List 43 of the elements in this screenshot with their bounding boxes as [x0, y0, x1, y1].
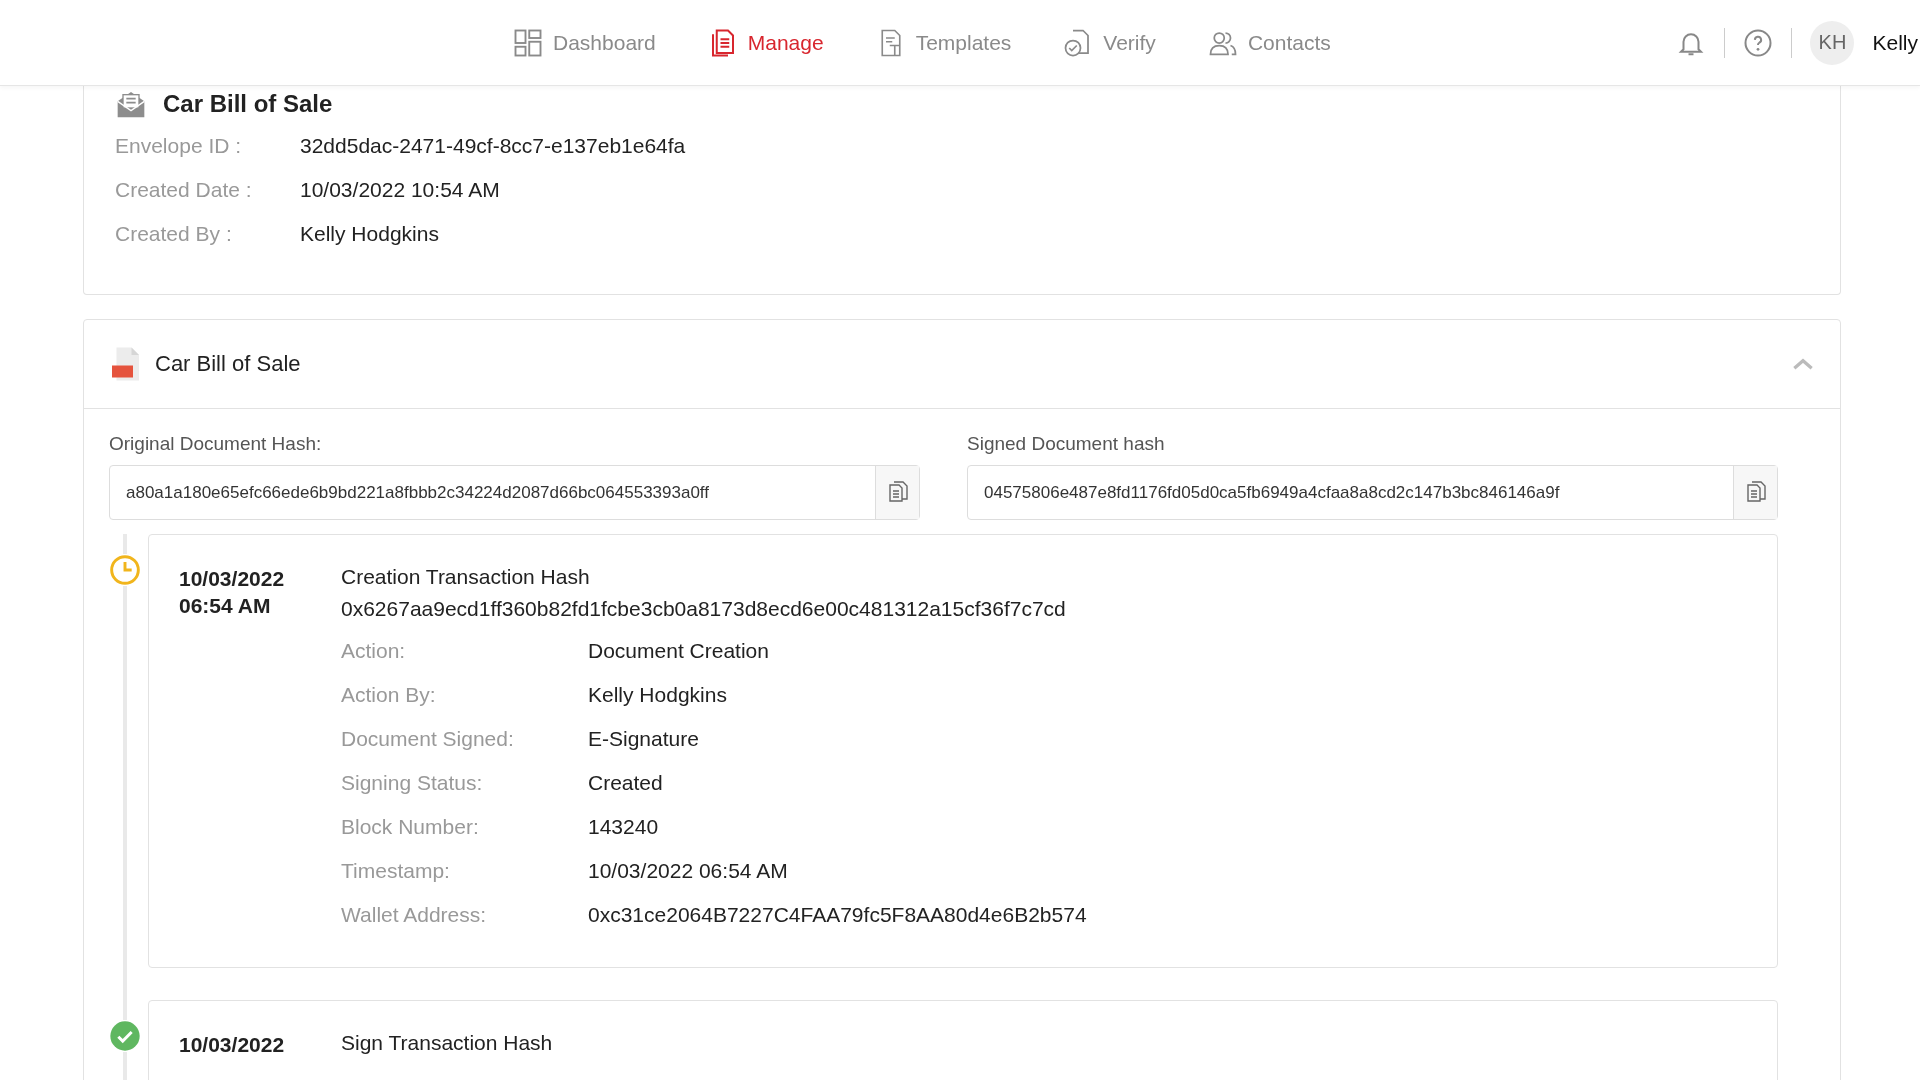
detail-label: Document Signed: — [341, 727, 515, 751]
envelope-title: Car Bill of Sale — [163, 90, 333, 118]
detail-label: Timestamp: — [341, 859, 451, 883]
hash-label: Original Document Hash: — [109, 433, 323, 455]
detail-value: Document Creation — [588, 639, 770, 663]
hash-field[interactable]: a80a1a180e65efc66ede6b9bd221a8fbbb2c34224d2087d66bc064553393a0ff — [109, 465, 920, 520]
transaction-time: 06:54 AM — [179, 593, 272, 619]
detail-label: Block Number: — [341, 815, 480, 839]
transaction-title: Creation Transaction Hash — [341, 565, 591, 589]
field-value: Kelly Hodgkins — [300, 222, 440, 246]
nav-tab[interactable]: Verify — [1063, 23, 1156, 62]
user-name: Kelly — [1872, 30, 1918, 55]
detail-value: Created — [588, 771, 664, 795]
nav-tab[interactable]: Templates — [875, 23, 1012, 62]
field-label: Created Date : — [115, 178, 253, 202]
transaction-date: 10/03/2022 — [179, 566, 286, 592]
detail-value: Kelly Hodgkins — [588, 683, 728, 707]
detail-label: Action: — [341, 639, 407, 663]
transaction-date: 10/03/2022 — [179, 1032, 286, 1058]
hash-field[interactable]: 04575806e487e8fd1176fd05d0ca5fb6949a4cfaa8a8cd2c147b3bc846146a9f — [967, 465, 1778, 520]
nav-tab[interactable]: Manage — [707, 23, 824, 62]
detail-value: 0xc31ce2064B7227C4FAA79fc5F8AA80d4e6B2b574 — [588, 903, 1087, 927]
detail-label: Signing Status: — [341, 771, 484, 795]
nav-tab[interactable]: Contacts — [1207, 23, 1331, 62]
detail-label: Action By: — [341, 683, 437, 707]
copy-button[interactable] — [1733, 466, 1777, 519]
field-value: 32dd5dac-2471-49cf-8cc7-e137eb1e64fa — [300, 134, 686, 158]
copy-button[interactable] — [875, 466, 919, 519]
detail-label: Wallet Address: — [341, 903, 488, 927]
transaction-hash: 0x6267aa9ecd1ff360b82fd1fcbe3cb0a8173d8ecd6e00c481312a15cf36f7c7cd — [341, 597, 1067, 621]
nav-tab[interactable]: Dashboard — [513, 23, 656, 62]
field-value: 10/03/2022 10:54 AM — [300, 178, 501, 202]
help-icon[interactable] — [1743, 27, 1774, 58]
transaction-title: Sign Transaction Hash — [341, 1031, 553, 1055]
field-label: Created By : — [115, 222, 233, 246]
detail-value: 10/03/2022 06:54 AM — [588, 859, 789, 883]
document-title: Car Bill of Sale — [155, 351, 301, 377]
hash-label: Signed Document hash — [967, 433, 1166, 455]
detail-value: E-Signature — [588, 727, 700, 751]
field-label: Envelope ID : — [115, 134, 243, 158]
grid-icon — [513, 27, 543, 58]
user-avatar[interactable]: KH — [1810, 20, 1855, 65]
detail-value: 143240 — [588, 815, 660, 839]
